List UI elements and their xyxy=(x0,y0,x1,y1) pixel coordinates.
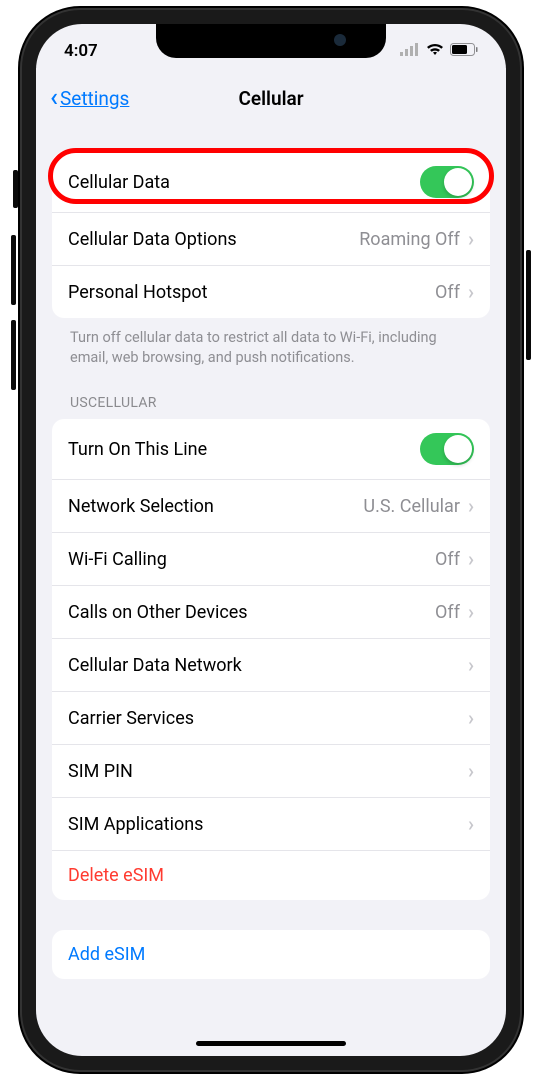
personal-hotspot-label: Personal Hotspot xyxy=(68,282,435,303)
carrier-group: Turn On This Line Network Selection U.S.… xyxy=(52,419,490,900)
status-time: 4:07 xyxy=(64,41,98,61)
screen: 4:07 ‹ Settings Cellular xyxy=(36,24,506,1056)
chevron-right-icon: › xyxy=(468,547,474,571)
network-selection-value: U.S. Cellular xyxy=(363,496,460,517)
carrier-services-label: Carrier Services xyxy=(68,708,468,729)
calls-other-devices-row[interactable]: Calls on Other Devices Off › xyxy=(52,586,490,639)
chevron-left-icon: ‹ xyxy=(50,85,58,111)
cellular-data-label: Cellular Data xyxy=(68,172,420,193)
highlighted-section: Cellular Data Cellular Data Options Roam… xyxy=(52,152,490,318)
network-selection-row[interactable]: Network Selection U.S. Cellular › xyxy=(52,480,490,533)
chevron-right-icon: › xyxy=(468,653,474,677)
delete-esim-row[interactable]: Delete eSIM xyxy=(52,851,490,900)
cellular-data-toggle[interactable] xyxy=(420,166,474,198)
wifi-calling-row[interactable]: Wi-Fi Calling Off › xyxy=(52,533,490,586)
personal-hotspot-row[interactable]: Personal Hotspot Off › xyxy=(52,266,490,318)
delete-esim-label: Delete eSIM xyxy=(68,865,474,886)
power-button xyxy=(526,250,531,360)
chevron-right-icon: › xyxy=(468,706,474,730)
chevron-right-icon: › xyxy=(468,280,474,304)
sim-pin-label: SIM PIN xyxy=(68,761,468,782)
volume-up-button xyxy=(11,235,16,305)
wifi-icon xyxy=(426,41,444,61)
add-esim-label: Add eSIM xyxy=(68,944,474,965)
cellular-signal-icon xyxy=(400,41,420,61)
network-selection-label: Network Selection xyxy=(68,496,363,517)
wifi-calling-value: Off xyxy=(435,549,460,570)
sim-pin-row[interactable]: SIM PIN › xyxy=(52,745,490,798)
add-esim-row[interactable]: Add eSIM xyxy=(52,930,490,979)
battery-icon xyxy=(450,41,478,61)
cellular-data-options-label: Cellular Data Options xyxy=(68,229,359,250)
cellular-group: Cellular Data Cellular Data Options Roam… xyxy=(52,152,490,318)
add-esim-group: Add eSIM xyxy=(52,930,490,979)
chevron-right-icon: › xyxy=(468,494,474,518)
status-right xyxy=(400,41,478,61)
chevron-right-icon: › xyxy=(468,759,474,783)
turn-on-line-label: Turn On This Line xyxy=(68,439,420,460)
content: Cellular Data Cellular Data Options Roam… xyxy=(36,128,506,979)
cellular-data-options-row[interactable]: Cellular Data Options Roaming Off › xyxy=(52,213,490,266)
calls-other-devices-value: Off xyxy=(435,602,460,623)
cellular-data-network-label: Cellular Data Network xyxy=(68,655,468,676)
turn-on-line-toggle[interactable] xyxy=(420,433,474,465)
turn-on-line-row[interactable]: Turn On This Line xyxy=(52,419,490,480)
mute-switch xyxy=(13,170,18,208)
phone-frame: 4:07 ‹ Settings Cellular xyxy=(20,8,522,1072)
home-indicator[interactable] xyxy=(196,1041,346,1046)
sim-applications-label: SIM Applications xyxy=(68,814,468,835)
volume-down-button xyxy=(11,320,16,390)
back-button[interactable]: ‹ Settings xyxy=(50,85,129,111)
chevron-right-icon: › xyxy=(468,600,474,624)
chevron-right-icon: › xyxy=(468,812,474,836)
cellular-data-options-value: Roaming Off xyxy=(359,229,460,250)
carrier-services-row[interactable]: Carrier Services › xyxy=(52,692,490,745)
wifi-calling-label: Wi-Fi Calling xyxy=(68,549,435,570)
nav-bar: ‹ Settings Cellular xyxy=(36,68,506,128)
personal-hotspot-value: Off xyxy=(435,282,460,303)
cellular-data-network-row[interactable]: Cellular Data Network › xyxy=(52,639,490,692)
chevron-right-icon: › xyxy=(468,227,474,251)
sim-applications-row[interactable]: SIM Applications › xyxy=(52,798,490,851)
back-label: Settings xyxy=(60,87,129,110)
carrier-section-header: USCELLULAR xyxy=(52,367,490,419)
cellular-data-row[interactable]: Cellular Data xyxy=(52,152,490,213)
page-title: Cellular xyxy=(238,87,303,110)
notch xyxy=(156,24,386,58)
cellular-footer-text: Turn off cellular data to restrict all d… xyxy=(52,318,490,367)
calls-other-devices-label: Calls on Other Devices xyxy=(68,602,435,623)
